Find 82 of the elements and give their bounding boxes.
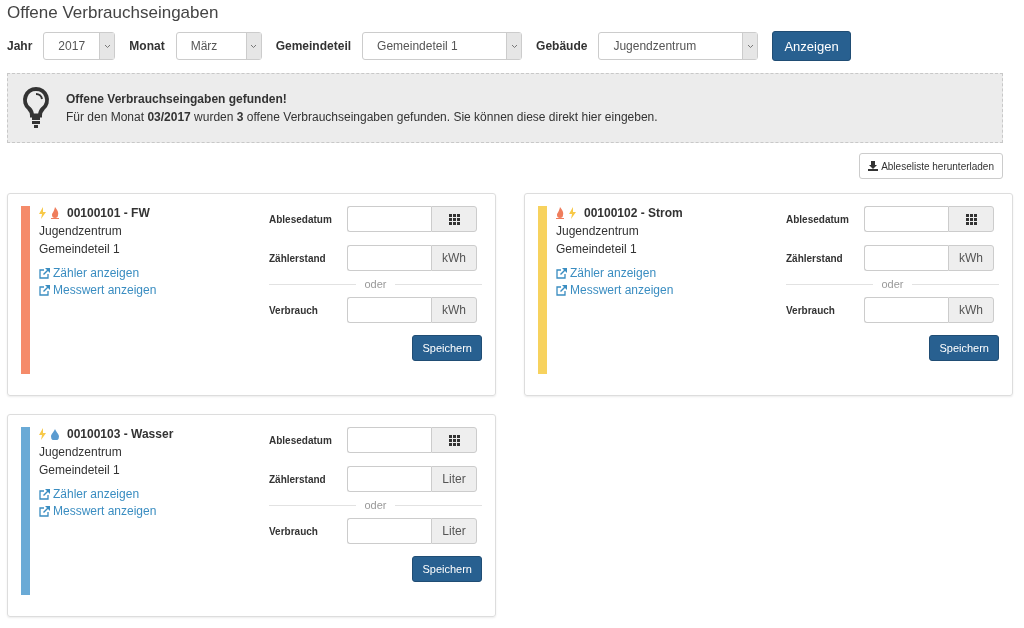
unit-label: Liter [431,518,477,544]
reading-field[interactable] [347,466,431,492]
meter-title: 00100103 - Wasser [67,427,174,441]
flame-icon [556,207,564,219]
usage-field[interactable] [864,297,948,323]
select-field[interactable]: Gemeindeteil 1 [362,32,523,60]
reading-field[interactable] [347,245,431,271]
filter-label: Jahr [7,39,33,53]
lightning-icon [39,428,46,440]
external-link-icon [39,267,50,279]
unit-label: kWh [948,245,994,271]
meter-title: 00100102 - Strom [584,206,683,220]
field-label: Ablesedatum [786,213,850,225]
building-name: Jugendzentrum [39,224,123,238]
external-link-icon [39,505,50,517]
save-button[interactable]: Speichern [412,556,482,582]
usage-field[interactable] [347,297,431,323]
lightbulb-icon [22,86,50,130]
link[interactable]: Messwert anzeigen [39,504,157,518]
link[interactable]: Messwert anzeigen [39,283,157,297]
calendar-button[interactable] [431,206,477,232]
field-label: Ablesedatum [269,213,333,225]
separator-text: oder [364,278,387,290]
water-drop-icon [51,428,59,440]
select-field[interactable]: März [175,32,262,60]
district-name: Gemeindeteil 1 [39,242,121,256]
alert-text: Für den Monat 03/2017 wurden 3 offene Verbrauchseingaben gefunden. Sie können diese direkt hier eingeben. [66,110,658,124]
link[interactable]: Zähler anzeigen [39,487,140,501]
save-button[interactable]: Speichern [929,335,999,361]
select-field[interactable]: Jugendzentrum [598,32,759,60]
unit-label: kWh [948,297,994,323]
filter-label: Gebäude [536,39,588,53]
field-label: Ablesedatum [269,434,333,446]
field-label: Zählerstand [269,252,327,264]
caret-icon [103,43,111,49]
field-label: Zählerstand [269,473,327,485]
alert-title: Offene Verbrauchseingaben gefunden! [66,92,288,106]
flame-icon [51,207,59,219]
caret-icon [746,43,754,49]
district-name: Gemeindeteil 1 [39,463,121,477]
field-label: Verbrauch [269,304,319,316]
download-icon [868,161,879,171]
field-label: Verbrauch [786,304,836,316]
link[interactable]: Zähler anzeigen [556,266,657,280]
filter-label: Gemeindeteil [275,39,352,53]
calendar-button[interactable] [431,427,477,453]
reading-field[interactable] [864,245,948,271]
lightning-icon [39,207,46,219]
calendar-grid-icon [448,213,460,225]
external-link-icon [39,284,50,296]
save-button[interactable]: Speichern [412,335,482,361]
meter-title: 00100101 - FW [67,206,150,220]
external-link-icon [556,267,567,279]
external-link-icon [556,284,567,296]
caret-icon [250,43,258,49]
unit-label: Liter [431,466,477,492]
district-name: Gemeindeteil 1 [556,242,638,256]
unit-label: kWh [431,297,477,323]
field-label: Zählerstand [786,252,844,264]
separator-text: oder [364,499,387,511]
calendar-grid-icon [965,213,977,225]
usage-field[interactable] [347,518,431,544]
link[interactable]: Messwert anzeigen [556,283,674,297]
caret-icon [510,43,518,49]
date-field[interactable] [347,206,431,232]
field-label: Verbrauch [269,525,319,537]
unit-label: kWh [431,245,477,271]
page-title: Offene Verbrauchseingaben [7,3,220,24]
calendar-button[interactable] [948,206,994,232]
show-button[interactable]: Anzeigen [772,31,851,61]
building-name: Jugendzentrum [556,224,640,238]
date-field[interactable] [347,427,431,453]
download-button[interactable]: Ableseliste herunterladen [859,153,1003,179]
select-field[interactable]: 2017 [43,32,116,60]
link[interactable]: Zähler anzeigen [39,266,140,280]
date-field[interactable] [864,206,948,232]
separator-text: oder [881,278,904,290]
calendar-grid-icon [448,434,460,446]
building-name: Jugendzentrum [39,445,123,459]
filter-label: Monat [129,39,165,53]
external-link-icon [39,488,50,500]
lightning-icon [569,207,576,219]
